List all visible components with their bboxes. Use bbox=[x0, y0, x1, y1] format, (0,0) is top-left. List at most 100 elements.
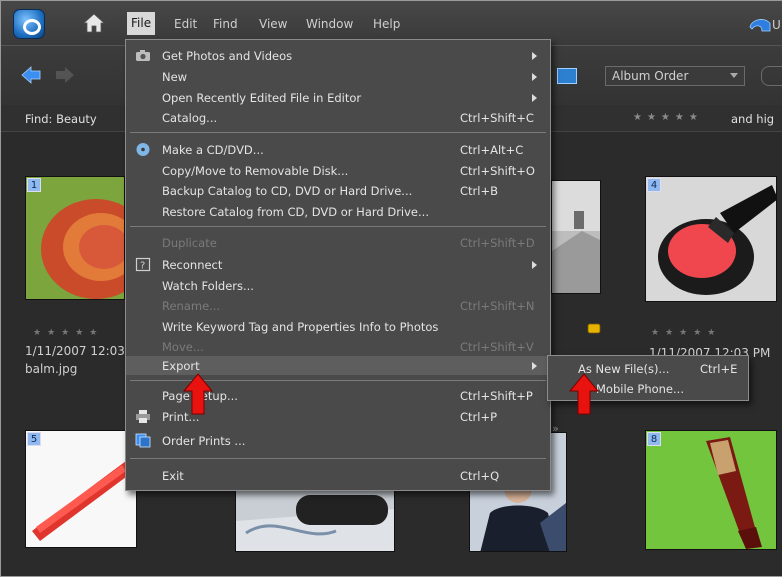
menu-item-exit[interactable]: Exit Ctrl+Q bbox=[126, 466, 550, 485]
photo-number-badge: 8 bbox=[647, 432, 661, 446]
menu-separator bbox=[130, 458, 546, 459]
printer-icon bbox=[136, 410, 150, 423]
menu-item-new[interactable]: New bbox=[126, 67, 550, 86]
menu-item-label: Duplicate bbox=[162, 236, 217, 250]
reconnect-icon: ? bbox=[135, 257, 151, 272]
menu-item-reconnect[interactable]: ? Reconnect bbox=[126, 255, 550, 274]
menu-edit[interactable]: Edit bbox=[174, 17, 197, 31]
hairbrush-photo bbox=[646, 431, 776, 549]
menu-item-label: Reconnect bbox=[162, 258, 223, 272]
home-icon[interactable] bbox=[83, 13, 105, 33]
sort-order-select[interactable]: Album Order bbox=[605, 66, 745, 86]
photo-rating-stars[interactable]: ★★★★★ bbox=[651, 328, 721, 338]
menu-item-restore[interactable]: Restore Catalog from CD, DVD or Hard Dri… bbox=[126, 202, 550, 221]
menu-item-shortcut: Ctrl+Shift+O bbox=[460, 164, 535, 178]
rating-filter-stars[interactable]: ★★★★★ bbox=[633, 112, 703, 123]
menu-item-catalog[interactable]: Catalog... Ctrl+Shift+C bbox=[126, 108, 550, 127]
menu-item-label: Make a CD/DVD... bbox=[162, 143, 264, 157]
menu-view[interactable]: View bbox=[259, 17, 287, 31]
menu-item-label: Write Keyword Tag and Properties Info to… bbox=[162, 320, 439, 334]
menu-item-get-photos[interactable]: Get Photos and Videos bbox=[126, 46, 550, 65]
menu-item-watch-folders[interactable]: Watch Folders... bbox=[126, 276, 550, 295]
photo-thumbnail[interactable] bbox=[25, 176, 125, 300]
menu-item-label: Open Recently Edited File in Editor bbox=[162, 91, 362, 105]
menu-item-shortcut: Ctrl+Shift+V bbox=[460, 340, 534, 354]
sink-photo bbox=[552, 181, 600, 293]
blush-photo bbox=[646, 177, 776, 301]
comb-photo bbox=[26, 431, 136, 547]
file-menu: Get Photos and Videos New Open Recently … bbox=[125, 39, 551, 491]
photo-rating-stars[interactable]: ★★★★★ bbox=[33, 328, 103, 338]
menu-item-shortcut: Ctrl+P bbox=[460, 410, 498, 424]
menu-window[interactable]: Window bbox=[306, 17, 353, 31]
photo-number-badge: 1 bbox=[27, 178, 41, 192]
menu-item-label: New bbox=[162, 70, 188, 84]
red-arrow-icon bbox=[183, 373, 213, 415]
view-mode-button[interactable] bbox=[557, 68, 577, 84]
menu-item-label: Watch Folders... bbox=[162, 279, 254, 293]
undo-label[interactable]: U bbox=[772, 18, 781, 32]
balm-photo bbox=[26, 177, 124, 299]
chevron-down-icon bbox=[730, 73, 738, 78]
menu-item-rename[interactable]: Rename... Ctrl+Shift+N bbox=[126, 296, 550, 315]
menu-item-shortcut: Ctrl+B bbox=[460, 184, 498, 198]
camera-icon bbox=[136, 50, 150, 61]
undo-icon[interactable] bbox=[746, 15, 774, 33]
menu-item-move[interactable]: Move... Ctrl+Shift+V bbox=[126, 337, 550, 356]
menu-separator bbox=[130, 226, 546, 227]
app-logo-icon[interactable] bbox=[13, 9, 45, 39]
disc-icon bbox=[136, 143, 150, 156]
submenu-arrow-icon bbox=[532, 52, 537, 60]
menu-item-duplicate[interactable]: Duplicate Ctrl+Shift+D bbox=[126, 233, 550, 252]
submenu-arrow-icon bbox=[532, 73, 537, 81]
menu-item-shortcut: Ctrl+Shift+D bbox=[460, 236, 535, 250]
submenu-arrow-icon bbox=[532, 94, 537, 102]
menu-item-shortcut: Ctrl+Shift+P bbox=[460, 389, 533, 403]
menu-item-label: Copy/Move to Removable Disk... bbox=[162, 164, 349, 178]
photo-number-badge: 5 bbox=[27, 432, 41, 446]
menu-item-label: Restore Catalog from CD, DVD or Hard Dri… bbox=[162, 205, 429, 219]
menu-item-label: Export bbox=[162, 359, 200, 373]
submenu-arrow-icon bbox=[532, 362, 537, 370]
menu-help[interactable]: Help bbox=[373, 17, 400, 31]
menu-item-write-keyword[interactable]: Write Keyword Tag and Properties Info to… bbox=[126, 317, 550, 336]
submenu-arrow-icon bbox=[532, 261, 537, 269]
menu-item-label: Exit bbox=[162, 469, 184, 483]
search-input[interactable] bbox=[761, 66, 782, 86]
menu-item-label: Order Prints ... bbox=[162, 434, 246, 448]
photo-number-badge: 4 bbox=[647, 178, 661, 192]
photo-date: 1/11/2007 12:03 bbox=[25, 344, 125, 358]
menu-item-label: Catalog... bbox=[162, 111, 218, 125]
menu-item-label: Rename... bbox=[162, 299, 221, 313]
photo-thumbnail[interactable] bbox=[551, 180, 601, 294]
menu-file[interactable]: File bbox=[127, 12, 156, 35]
tag-icon bbox=[587, 323, 601, 334]
red-arrow-icon bbox=[569, 373, 599, 415]
svg-text:?: ? bbox=[140, 261, 145, 272]
menu-item-label: Get Photos and Videos bbox=[162, 49, 293, 63]
photo-filename: balm.jpg bbox=[25, 362, 78, 376]
menu-item-label: Backup Catalog to CD, DVD or Hard Drive.… bbox=[162, 184, 413, 198]
photo-thumbnail[interactable] bbox=[645, 176, 777, 302]
expand-stack-icon[interactable]: » bbox=[552, 422, 559, 435]
menu-item-shortcut: Ctrl+E bbox=[700, 362, 738, 376]
menu-item-backup[interactable]: Backup Catalog to CD, DVD or Hard Drive.… bbox=[126, 181, 550, 200]
forward-arrow-icon[interactable] bbox=[55, 66, 75, 84]
sort-order-value: Album Order bbox=[612, 69, 689, 83]
menu-item-copy-move[interactable]: Copy/Move to Removable Disk... Ctrl+Shif… bbox=[126, 161, 550, 180]
menu-separator bbox=[130, 132, 546, 133]
photo-thumbnail[interactable] bbox=[645, 430, 777, 550]
menu-find[interactable]: Find bbox=[213, 17, 238, 31]
menu-item-label: Mobile Phone... bbox=[596, 382, 684, 396]
menu-item-shortcut: Ctrl+Alt+C bbox=[460, 143, 524, 157]
find-label: Find: Beauty bbox=[25, 112, 97, 126]
menu-item-label: Move... bbox=[162, 340, 204, 354]
menu-item-shortcut: Ctrl+Shift+N bbox=[460, 299, 535, 313]
rating-filter-text[interactable]: and hig bbox=[731, 112, 774, 126]
menu-item-order-prints[interactable]: Order Prints ... bbox=[126, 431, 550, 450]
menu-item-shortcut: Ctrl+Q bbox=[460, 469, 500, 483]
menu-item-make-cd[interactable]: Make a CD/DVD... Ctrl+Alt+C bbox=[126, 140, 550, 159]
menu-item-open-recent[interactable]: Open Recently Edited File in Editor bbox=[126, 88, 550, 107]
photo-thumbnail[interactable] bbox=[25, 430, 137, 548]
back-arrow-icon[interactable] bbox=[21, 66, 41, 84]
